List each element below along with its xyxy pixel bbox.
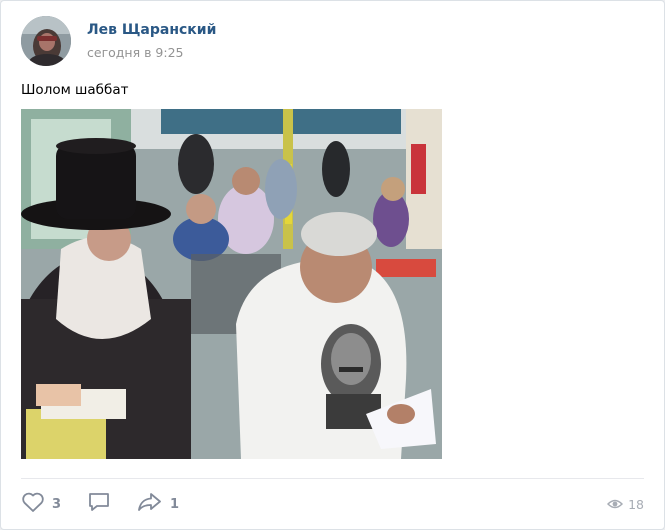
post-timestamp[interactable]: сегодня в 9:25 xyxy=(87,45,184,60)
views-count: 18 xyxy=(628,497,644,512)
post-photo[interactable] xyxy=(21,109,442,459)
post-text: Шолом шаббат xyxy=(21,82,129,98)
share-count: 1 xyxy=(170,496,180,512)
comment-button[interactable] xyxy=(87,491,118,517)
like-count: 3 xyxy=(52,496,62,512)
author-avatar[interactable] xyxy=(21,16,71,66)
like-button[interactable]: 3 xyxy=(21,491,61,517)
comment-icon xyxy=(87,491,111,517)
heart-icon xyxy=(21,491,45,517)
share-button[interactable]: 1 xyxy=(137,491,179,517)
author-name-link[interactable]: Лев Щаранский xyxy=(87,22,216,38)
views-counter: 18 xyxy=(607,495,644,514)
post-card: Лев Щаранский сегодня в 9:25 Шолом шабба… xyxy=(0,0,665,530)
eye-icon xyxy=(607,495,624,514)
share-arrow-icon xyxy=(137,491,163,517)
actions-divider xyxy=(21,478,644,479)
